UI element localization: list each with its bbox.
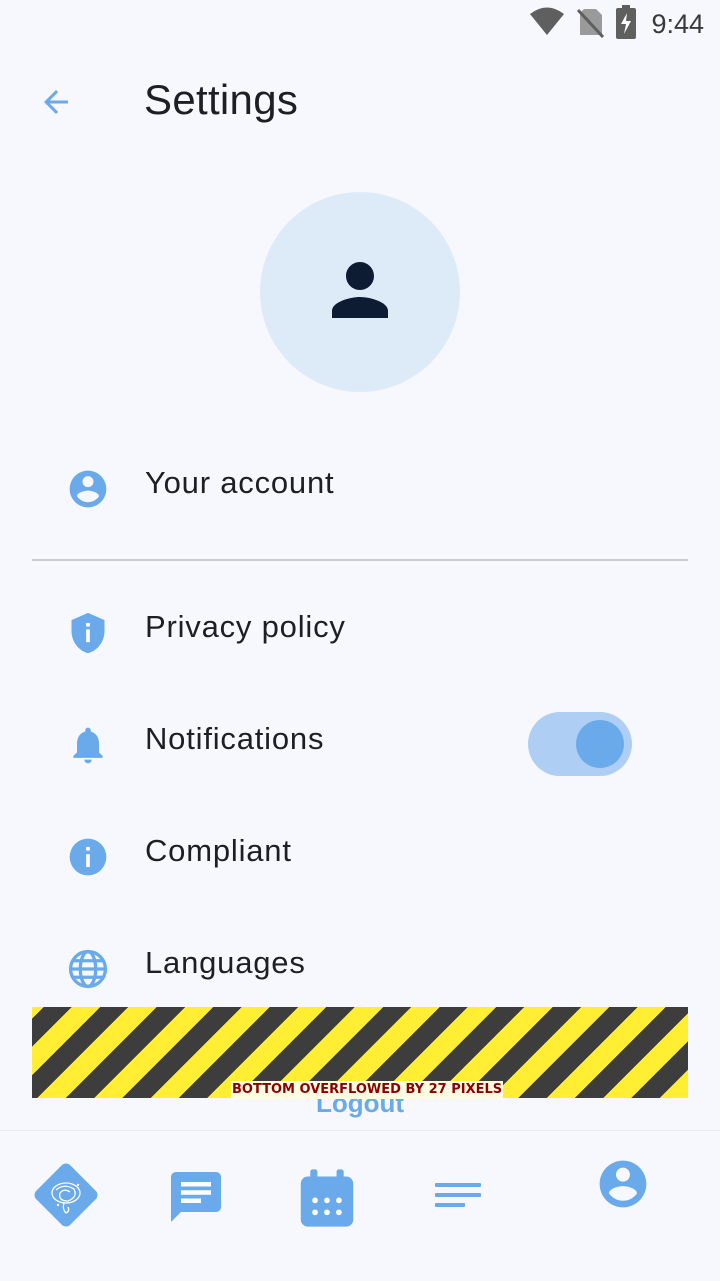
nav-item-menu[interactable]	[428, 1173, 488, 1223]
person-icon	[318, 248, 402, 337]
menu-item-label: Your account	[145, 465, 335, 500]
nav-item-chat[interactable]	[166, 1169, 226, 1229]
menu-item-label: Notifications	[145, 721, 325, 756]
battery-charging-icon	[615, 4, 637, 44]
shield-info-icon	[66, 611, 110, 655]
menu-item-label: Languages	[145, 945, 306, 980]
menu-item-compliant[interactable]: Compliant	[32, 815, 688, 895]
back-button[interactable]	[28, 78, 84, 130]
notifications-toggle[interactable]	[528, 712, 632, 776]
nav-item-profile[interactable]	[592, 1155, 654, 1217]
menu-item-languages[interactable]: Languages	[32, 927, 688, 1007]
logo-icon	[28, 1157, 104, 1238]
chat-icon	[166, 1167, 226, 1232]
divider	[32, 559, 688, 561]
status-bar: 9:44	[0, 0, 720, 48]
status-icons: 9:44	[529, 4, 704, 44]
toggle-knob	[576, 720, 624, 768]
menu-item-label: Privacy policy	[145, 609, 346, 644]
status-time: 9:44	[651, 8, 704, 39]
nav-item-calendar[interactable]	[298, 1167, 356, 1234]
bell-icon	[66, 723, 110, 767]
no-sim-icon	[575, 6, 605, 43]
overflow-warning-text: BOTTOM OVERFLOWED BY 27 PIXELS	[231, 1081, 504, 1099]
arrow-back-icon	[38, 84, 74, 125]
info-icon	[66, 835, 110, 879]
menu-lines-icon	[433, 1176, 483, 1221]
nav-item-home[interactable]	[28, 1159, 104, 1235]
menu-item-your-account[interactable]: Your account	[32, 447, 688, 527]
calendar-icon	[298, 1167, 356, 1234]
globe-icon	[66, 947, 110, 991]
profile-icon	[595, 1156, 651, 1217]
menu-item-label: Compliant	[145, 833, 292, 868]
menu-item-privacy-policy[interactable]: Privacy policy	[32, 591, 688, 671]
account-circle-icon	[66, 467, 110, 511]
wifi-icon	[529, 7, 565, 42]
app-bar: Settings	[0, 60, 720, 148]
avatar[interactable]	[260, 192, 460, 392]
bottom-navigation	[0, 1130, 720, 1281]
page-title: Settings	[144, 76, 299, 123]
